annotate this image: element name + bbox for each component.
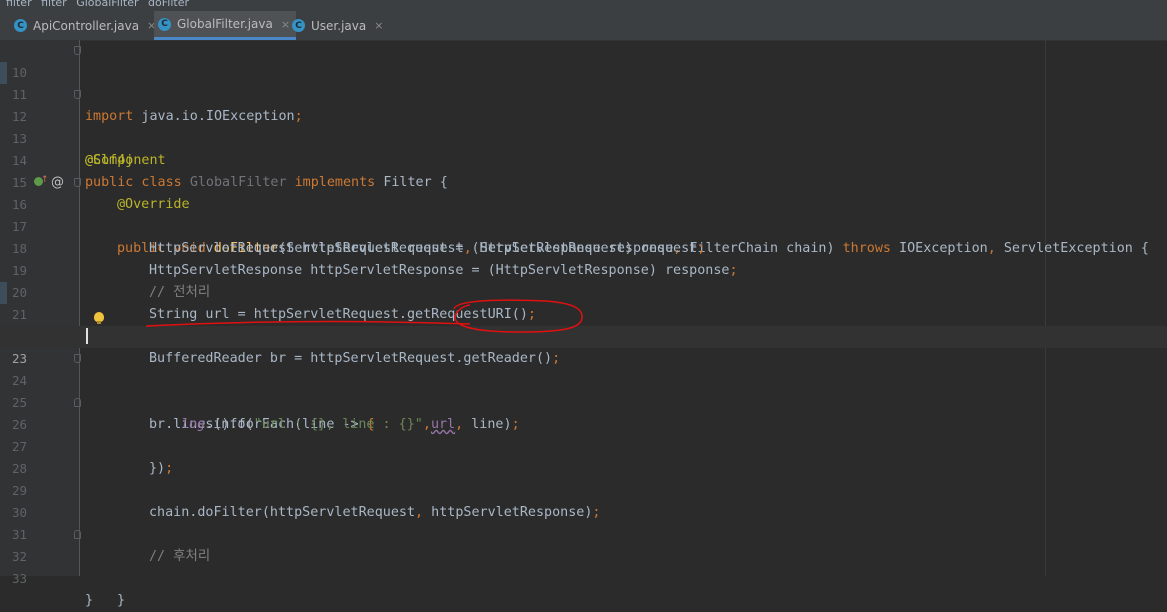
code-line[interactable]: 31 // 후처리 — [0, 502, 1167, 564]
code-line[interactable]: 19 // 전처리 — [0, 238, 1167, 300]
code-text: } — [85, 593, 94, 608]
fold-marker-icon[interactable] — [74, 354, 81, 363]
java-class-icon: C — [158, 17, 171, 31]
code-line[interactable]: 26 }); — [0, 392, 1167, 476]
breadcrumb-item[interactable]: GlobalFilter — [76, 0, 138, 9]
code-text: } — [117, 593, 126, 608]
fold-marker-icon[interactable] — [74, 46, 81, 55]
code-line[interactable]: 20 String url = httpServletRequest.getRe… — [0, 260, 1167, 322]
tab-globalfilter[interactable]: C GlobalFilter.java × — [154, 11, 297, 40]
tab-label: User.java — [311, 18, 367, 33]
code-line[interactable]: 18 HttpServletResponse httpServletRespon… — [0, 216, 1167, 278]
breadcrumb: filter filter GlobalFilter doFilter — [0, 0, 1167, 11]
code-line[interactable]: 10 import java.io.IOException; — [0, 40, 1167, 124]
code-line-current[interactable]: 23 — [0, 326, 1167, 366]
code-line[interactable]: 11 — [0, 62, 1167, 102]
code-line[interactable]: 32 } — [0, 524, 1167, 608]
code-line[interactable]: 13 @Component — [0, 106, 1167, 168]
tab-user[interactable]: C User.java × — [288, 11, 389, 40]
breadcrumb-item[interactable]: filter — [41, 0, 67, 9]
code-line[interactable]: 24 br.lines().forEach(line -> { — [0, 348, 1167, 432]
java-class-icon: C — [14, 19, 27, 32]
lightbulb-base — [97, 321, 101, 324]
code-line[interactable]: 25 log.info("url : {}, line : {}",url, l… — [0, 370, 1167, 432]
code-line[interactable]: 29 chain.doFilter(httpServletRequest, ht… — [0, 458, 1167, 520]
text-caret — [86, 328, 88, 344]
tab-label: ApiController.java — [33, 18, 140, 33]
close-icon[interactable]: × — [374, 19, 383, 32]
code-line[interactable]: 14 public class GlobalFilter implements … — [0, 128, 1167, 190]
line-number: 33 — [11, 571, 27, 586]
annotation-at-icon[interactable]: @ — [51, 175, 64, 190]
tab-apicontroller[interactable]: C ApiController.java × — [10, 11, 162, 40]
code-line[interactable]: 12 @Slf4j — [0, 84, 1167, 168]
fold-marker-icon[interactable] — [74, 178, 81, 187]
tab-label: GlobalFilter.java — [177, 17, 273, 31]
code-line[interactable]: 27 — [0, 414, 1167, 454]
code-line[interactable]: 21 — [0, 282, 1167, 322]
code-line[interactable]: 28 — [0, 436, 1167, 476]
code-line[interactable]: 22 BufferedReader br = httpServletReques… — [0, 304, 1167, 366]
code-line[interactable]: 17 HttpServletRequest httpServletRequest… — [0, 194, 1167, 256]
editor-tab-bar: C ApiController.java × C GlobalFilter.ja… — [0, 11, 1167, 41]
override-arrow-icon[interactable]: ↑ — [41, 175, 49, 185]
fold-marker-icon[interactable] — [74, 90, 81, 99]
java-class-icon: C — [292, 19, 305, 32]
fold-end-icon[interactable] — [74, 530, 81, 539]
code-line[interactable]: 16 public void doFilter(ServletRequest r… — [0, 172, 1167, 256]
fold-end-icon[interactable] — [74, 398, 81, 407]
breadcrumb-item[interactable]: filter — [6, 0, 32, 9]
code-line[interactable]: 30 — [0, 480, 1167, 520]
code-line[interactable]: 15 @Override — [0, 150, 1167, 212]
breadcrumb-item[interactable]: doFilter — [148, 0, 189, 9]
code-line[interactable]: 33 } — [0, 546, 1167, 608]
